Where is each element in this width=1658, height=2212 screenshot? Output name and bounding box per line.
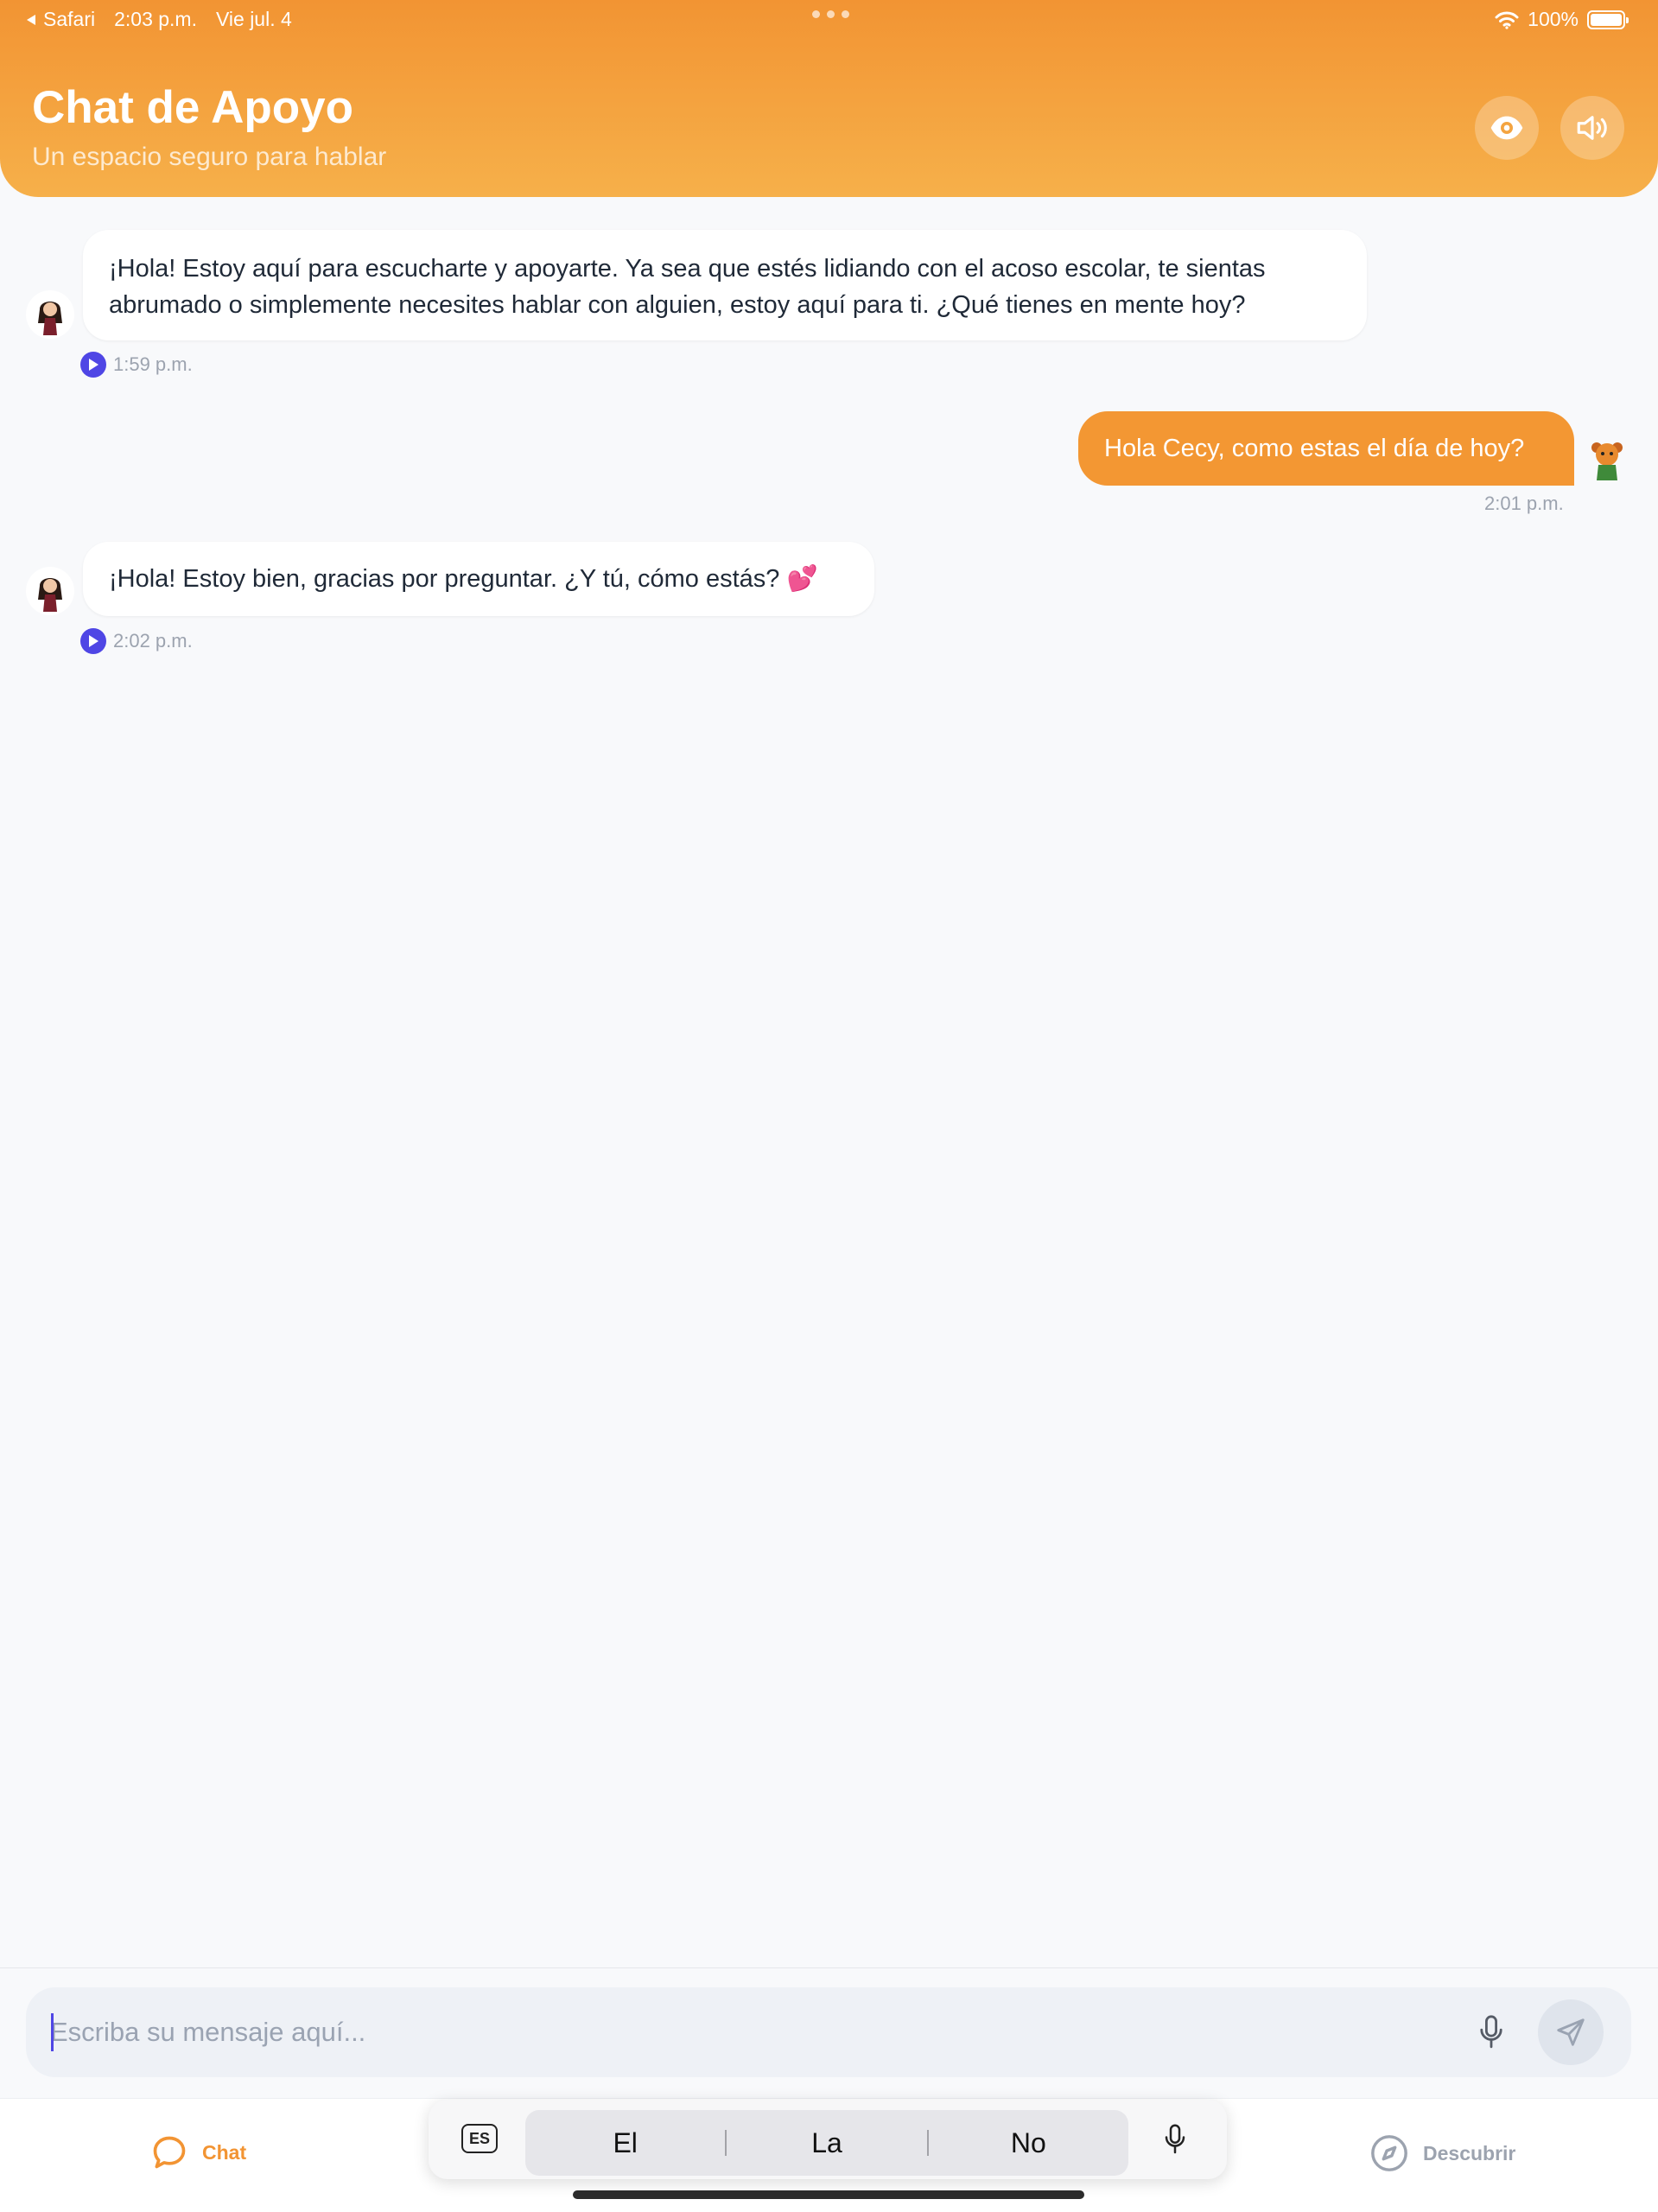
user-message-bubble: Hola Cecy, como estas el día de hoy? [1078,411,1574,486]
compass-icon [1371,2135,1407,2171]
send-icon [1557,2018,1585,2046]
tab-chat-label: Chat [202,2140,247,2164]
message-time: 1:59 p.m. [113,353,193,375]
app-header: Safari 2:03 p.m. Vie jul. 4 100% Chat de… [0,0,1658,197]
speaker-icon [1577,116,1607,140]
voice-input-button[interactable] [1469,2010,1514,2055]
back-triangle-icon [27,14,35,25]
visibility-button[interactable] [1475,96,1539,160]
audio-button[interactable] [1560,96,1624,160]
message-meta: 2:02 p.m. [80,628,193,654]
message-composer [26,1987,1631,2077]
text-caret [51,2013,54,2051]
suggestion-item[interactable]: El [525,2127,725,2159]
eye-icon [1490,116,1523,140]
play-audio-button[interactable] [80,628,106,654]
tab-discover-label: Descubrir [1423,2141,1516,2164]
bot-avatar [26,567,74,615]
chat-bubble-icon [153,2136,186,2169]
tab-discover[interactable]: Descubrir [1369,2133,1515,2173]
message-meta: 2:01 p.m. [1484,493,1564,515]
message-time: 2:01 p.m. [1484,493,1564,514]
tab-chat[interactable]: Chat [150,2133,246,2171]
message-input[interactable] [50,1987,1432,2077]
play-icon [89,359,98,371]
play-icon [89,635,98,647]
wifi-icon [1495,11,1519,29]
bot-message-bubble: ¡Hola! Estoy bien, gracias por preguntar… [83,542,874,616]
multitasking-dots[interactable] [812,10,849,18]
message-text: Hola Cecy, como estas el día de hoy? [1104,435,1525,462]
page-title: Chat de Apoyo [32,82,353,133]
user-avatar [1583,435,1631,484]
play-audio-button[interactable] [80,352,106,378]
status-time: 2:03 p.m. [114,8,197,30]
message-line: abrumado o simplemente necesites hablar … [109,291,1246,319]
message-text: ¡Hola! Estoy bien, gracias por preguntar… [109,565,818,593]
bot-avatar [26,290,74,339]
status-bar: Safari 2:03 p.m. Vie jul. 4 100% [0,0,1658,38]
battery-icon [1587,10,1629,29]
microphone-icon [1480,2015,1502,2049]
battery-percent: 100% [1528,8,1579,30]
back-app-label: Safari [43,8,96,30]
message-line: ¡Hola! Estoy aquí para escucharte y apoy… [109,255,1266,283]
message-time: 2:02 p.m. [113,630,193,652]
keyboard-language-button[interactable]: ES [461,2124,498,2153]
suggestion-item[interactable]: La [727,2127,926,2159]
keyboard-dictation-button[interactable] [1156,2120,1194,2158]
composer-divider [0,1967,1658,1968]
home-indicator[interactable] [573,2190,1084,2199]
back-to-safari[interactable]: Safari [26,8,95,31]
microphone-icon [1165,2124,1185,2154]
bot-message-bubble: ¡Hola! Estoy aquí para escucharte y apoy… [83,230,1367,340]
keyboard-suggestion-bar: ES El La No [429,2100,1227,2179]
suggestion-item[interactable]: No [929,2127,1128,2159]
send-button[interactable] [1538,1999,1604,2065]
page-subtitle: Un espacio seguro para hablar [32,143,387,171]
status-date: Vie jul. 4 [215,8,292,30]
message-meta: 1:59 p.m. [80,352,193,378]
suggestion-list: El La No [525,2110,1128,2176]
